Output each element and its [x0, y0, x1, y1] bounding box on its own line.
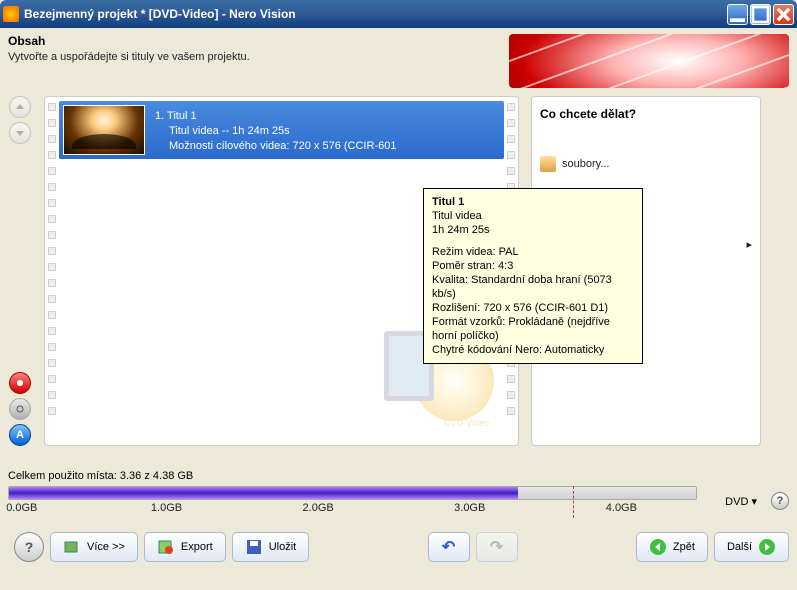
- header: Obsah Vytvořte a uspořádejte si tituly v…: [8, 34, 789, 88]
- more-icon: [63, 538, 81, 556]
- title-target: Možnosti cílového videa: 720 x 576 (CCIR…: [155, 139, 396, 154]
- back-button[interactable]: Zpět: [636, 532, 708, 562]
- title-text: 1. Titul 1 Titul videa -- 1h 24m 25s Mož…: [155, 105, 396, 155]
- usage-ticks: 0.0GB 1.0GB 2.0GB 3.0GB 4.0GB: [8, 502, 697, 516]
- files-icon: [540, 156, 556, 172]
- undo-button[interactable]: ↶: [428, 532, 470, 562]
- title-duration: Titul videa -- 1h 24m 25s: [155, 124, 396, 139]
- media-type-value: DVD: [725, 496, 748, 508]
- action-add-files[interactable]: soubory...: [540, 153, 752, 175]
- title-thumbnail: [63, 105, 145, 155]
- left-toolbar: A: [8, 96, 32, 446]
- app-icon: [3, 6, 19, 22]
- info-button[interactable]: A: [9, 424, 31, 446]
- titlebar: Bezejmenný projekt * [DVD-Video] - Nero …: [0, 0, 797, 28]
- chevron-right-icon: ▸: [746, 238, 752, 251]
- disk-usage: Celkem použito místa: 3.36 z 4.38 GB 0.0…: [8, 470, 789, 516]
- maximize-button[interactable]: [750, 4, 771, 25]
- usage-fill: [9, 487, 518, 499]
- next-button[interactable]: Další: [714, 532, 789, 562]
- save-icon: [245, 538, 263, 556]
- title-index: 1. Titul 1: [155, 109, 396, 124]
- undo-icon: ↶: [442, 537, 455, 557]
- more-button[interactable]: Více >>: [50, 532, 138, 562]
- film-perforation-left: [45, 101, 59, 441]
- minimize-button[interactable]: [727, 4, 748, 25]
- window-title: Bezejmenný projekt * [DVD-Video] - Nero …: [24, 7, 725, 21]
- dropdown-arrow-icon: ▾: [751, 496, 757, 508]
- title-tooltip: Titul 1 Titul videa 1h 24m 25s Režim vid…: [423, 188, 643, 364]
- move-up-button[interactable]: [9, 96, 31, 118]
- action-panel-title: Co chcete dělat?: [540, 107, 752, 121]
- usage-bar: [8, 486, 697, 500]
- help-button[interactable]: ?: [14, 532, 44, 562]
- media-help-button[interactable]: ?: [771, 492, 789, 510]
- bottom-toolbar: ? Více >> Export Uložit ↶ ↷ Zpět Další: [8, 532, 789, 562]
- media-type-select[interactable]: DVD ▾: [725, 495, 757, 508]
- export-button[interactable]: Export: [144, 532, 226, 562]
- redo-button[interactable]: ↷: [476, 532, 518, 562]
- export-icon: [157, 538, 175, 556]
- save-button[interactable]: Uložit: [232, 532, 310, 562]
- header-decor: [509, 34, 789, 88]
- close-button[interactable]: [773, 4, 794, 25]
- next-icon: [758, 538, 776, 556]
- capacity-marker: [573, 486, 574, 518]
- title-item-1[interactable]: 1. Titul 1 Titul videa -- 1h 24m 25s Mož…: [59, 101, 504, 159]
- svg-text:A: A: [16, 430, 24, 440]
- settings-button[interactable]: [9, 398, 31, 420]
- redo-icon: ↷: [490, 537, 503, 557]
- usage-label: Celkem použito místa: 3.36 z 4.38 GB: [8, 470, 789, 482]
- record-button[interactable]: [9, 372, 31, 394]
- back-icon: [649, 538, 667, 556]
- move-down-button[interactable]: [9, 122, 31, 144]
